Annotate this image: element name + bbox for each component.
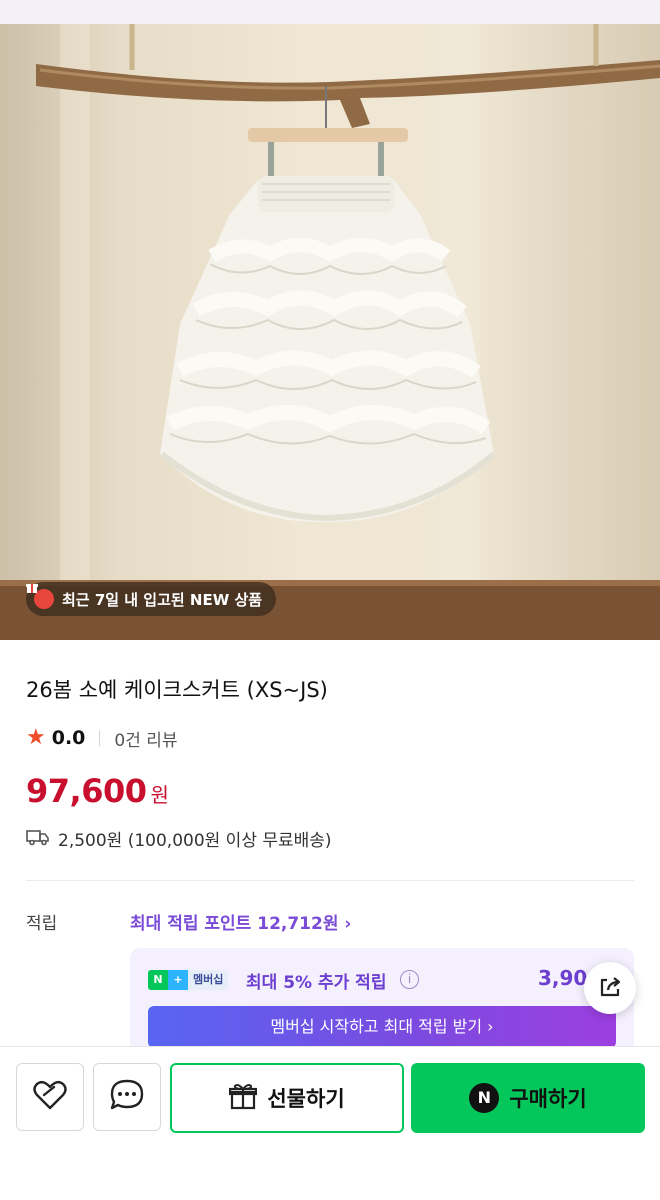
buy-button-label: 구매하기 <box>509 1087 587 1111</box>
gift-button[interactable]: 선물하기 <box>170 1063 404 1133</box>
skirt-photo <box>0 24 660 640</box>
product-page: 최근 7일 내 입고된 NEW 상품 26봄 소예 케이크스커트 (XS~JS)… <box>0 0 660 1200</box>
max-points-link[interactable]: 최대 적립 포인트 12,712원 › <box>130 909 351 934</box>
price-unit: 원 <box>150 783 169 807</box>
price: 97,600 원 <box>26 772 169 810</box>
section-divider <box>26 880 634 881</box>
rating-row[interactable]: ★ 0.0 0건 리뷰 <box>26 725 178 751</box>
wishlist-button[interactable] <box>16 1063 84 1131</box>
naver-plus-membership-badge: N + 멤버십 <box>148 970 229 990</box>
share-icon <box>596 972 624 1004</box>
badge-plus: + <box>168 970 188 990</box>
buy-button[interactable]: N 구매하기 <box>411 1063 645 1133</box>
badge-label: 멤버십 <box>188 970 229 990</box>
product-image[interactable]: 최근 7일 내 입고된 NEW 상품 <box>0 24 660 640</box>
info-icon[interactable]: i <box>400 970 419 989</box>
truck-icon <box>26 828 50 850</box>
new-badge-text: 최근 7일 내 입고된 NEW 상품 <box>62 590 263 609</box>
start-membership-button[interactable]: 멤버십 시작하고 최대 적립 받기 › <box>148 1006 616 1048</box>
product-title: 26봄 소예 케이크스커트 (XS~JS) <box>26 678 328 702</box>
share-button[interactable] <box>584 962 636 1014</box>
shipping-text: 2,500원 (100,000원 이상 무료배송) <box>58 831 332 851</box>
membership-bonus-text: 최대 5% 추가 적립 <box>246 973 387 993</box>
rating-score: 0.0 <box>51 727 86 749</box>
gift-box-icon <box>26 584 54 609</box>
top-strip <box>0 0 660 24</box>
chat-button[interactable] <box>93 1063 161 1131</box>
shipping-row: 2,500원 (100,000원 이상 무료배송) <box>26 826 332 851</box>
star-icon: ★ <box>26 725 46 750</box>
gift-button-label: 선물하기 <box>267 1087 345 1111</box>
points-label: 적립 <box>26 914 58 934</box>
membership-bonus-amount: 3,90 <box>538 966 588 990</box>
gift-icon <box>229 1082 258 1115</box>
home-indicator-area <box>0 1170 660 1200</box>
review-count-link[interactable]: 0건 리뷰 <box>114 726 177 751</box>
heart-icon <box>32 1079 68 1115</box>
membership-box: N + 멤버십 최대 5% 추가 적립 i 3,90 멤버십 시작하고 최대 적… <box>130 948 634 1058</box>
new-arrival-badge: 최근 7일 내 입고된 NEW 상품 <box>26 582 277 616</box>
chat-bubble-icon <box>109 1078 145 1116</box>
price-value: 97,600 <box>26 772 147 810</box>
naver-n-logo-icon: N <box>469 1083 500 1113</box>
rating-divider <box>99 730 101 746</box>
badge-n: N <box>148 970 168 990</box>
